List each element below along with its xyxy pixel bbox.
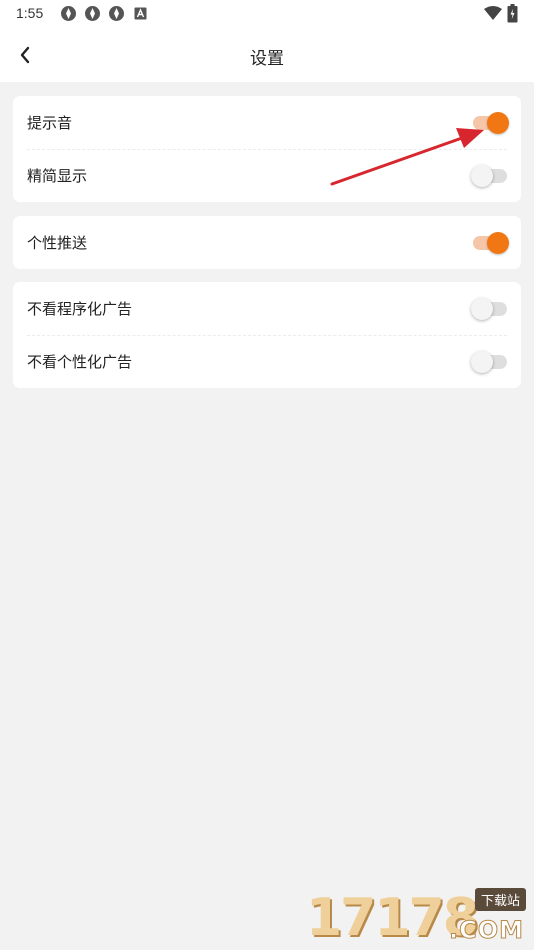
- a-badge-icon: [134, 7, 147, 20]
- sound-toggle[interactable]: [471, 111, 509, 134]
- app-notification-icon: [61, 6, 76, 21]
- setting-row-compact-display: 精简显示: [13, 149, 521, 202]
- status-bar: 1:55: [0, 0, 534, 28]
- no-personalized-ads-toggle[interactable]: [471, 350, 509, 373]
- wifi-icon: [484, 6, 502, 20]
- toggle-knob: [471, 350, 493, 373]
- app-notification-icon: [109, 6, 124, 21]
- setting-label: 精简显示: [27, 167, 88, 185]
- setting-label: 个性推送: [27, 234, 88, 252]
- settings-group-ads: 不看程序化广告 不看个性化广告: [13, 282, 521, 388]
- settings-group-notifications: 提示音 精简显示: [13, 96, 521, 202]
- setting-label: 不看个性化广告: [27, 353, 133, 371]
- toggle-knob: [471, 297, 493, 320]
- setting-row-no-personalized-ads: 不看个性化广告: [13, 335, 521, 388]
- site-watermark-logo: 17178 下载站 .COM: [306, 888, 528, 948]
- watermark-badge: 下载站: [474, 888, 526, 911]
- personalized-push-toggle[interactable]: [471, 231, 509, 254]
- status-time: 1:55: [16, 5, 44, 21]
- toggle-knob: [471, 164, 493, 187]
- setting-row-no-programmatic-ads: 不看程序化广告: [13, 282, 521, 335]
- app-notification-icon: [85, 6, 100, 21]
- toggle-knob: [487, 231, 509, 254]
- header: 设置: [0, 28, 534, 82]
- setting-label: 不看程序化广告: [27, 300, 133, 318]
- compact-display-toggle[interactable]: [471, 164, 509, 187]
- page-title: 设置: [250, 49, 284, 69]
- watermark-suffix: .COM: [448, 916, 524, 945]
- setting-row-personalized-push: 个性推送: [13, 216, 521, 269]
- setting-row-sound: 提示音: [13, 96, 521, 149]
- setting-label: 提示音: [27, 114, 73, 132]
- battery-icon: [507, 4, 518, 23]
- settings-group-push: 个性推送: [13, 216, 521, 269]
- no-programmatic-ads-toggle[interactable]: [471, 297, 509, 320]
- toggle-knob: [487, 111, 509, 134]
